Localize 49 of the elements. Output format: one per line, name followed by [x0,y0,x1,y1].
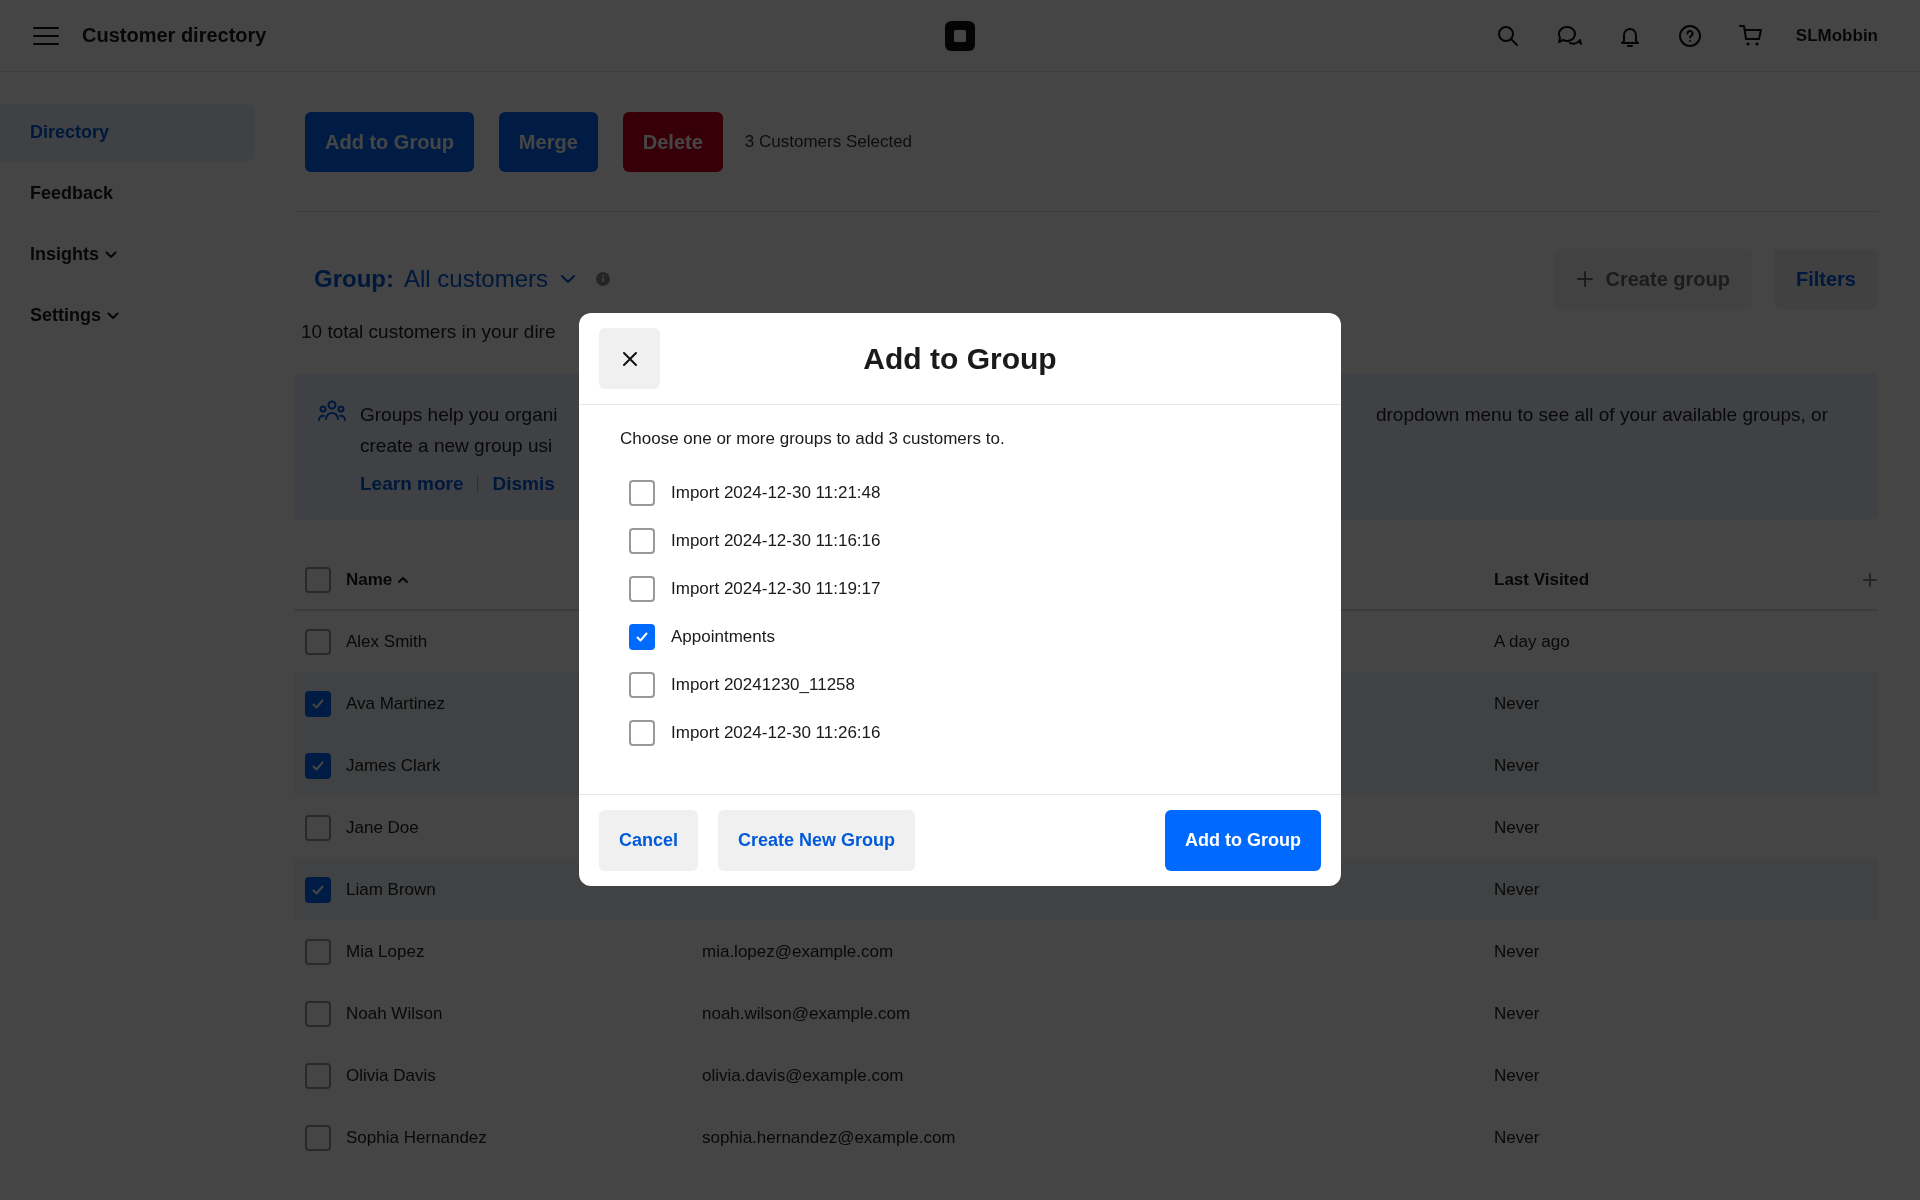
group-checkbox[interactable] [629,672,655,698]
close-button[interactable] [599,328,660,389]
dialog-title: Add to Group [863,341,1057,376]
last-visited: Never [1494,693,1540,713]
checkmark-icon [635,630,649,644]
group-checkbox[interactable] [629,720,655,746]
page-title: Customer directory [82,24,267,47]
customer-name: Ava Martinez [346,693,445,713]
last-visited: Never [1494,941,1540,961]
customer-name: Olivia Davis [346,1065,436,1085]
last-visited: Never [1494,817,1540,837]
last-visited: Never [1494,879,1540,899]
last-visited: Never [1494,1003,1540,1023]
customer-name: Noah Wilson [346,1003,443,1023]
close-icon [621,350,638,367]
customer-email: noah.wilson@example.com [702,1003,911,1023]
group-label: Group: [314,265,394,293]
last-visited: A day ago [1494,631,1570,651]
customer-name: Liam Brown [346,879,436,899]
dialog-description: Choose one or more groups to add 3 customers to. [620,429,1006,449]
confirm-button[interactable]: Add to Group [1165,810,1321,871]
group-option-label[interactable]: Import 20241230_11258 [671,675,855,695]
group-option-label[interactable]: Appointments [671,627,775,647]
customer-name: Mia Lopez [346,941,425,961]
group-option-label[interactable]: Import 2024-12-30 11:26:16 [671,723,881,743]
customer-count: 10 total customers in your dire [301,321,557,343]
customer-email: sophia.hernandez@example.com [702,1127,956,1147]
customer-email: olivia.davis@example.com [702,1065,904,1085]
group-checkbox[interactable] [629,576,655,602]
dialog-button[interactable]: Create New Group [718,810,916,871]
banner-text: dropdown menu to see all of your available groups, or [1375,403,1828,427]
last-visited: Never [1494,755,1540,775]
banner-text: Groups help you organi [360,403,558,427]
customer-email: mia.lopez@example.com [702,941,894,961]
last-visited: Never [1494,1127,1540,1147]
customer-name: James Clark [346,755,441,775]
group-option-label[interactable]: Import 2024-12-30 11:16:16 [671,531,881,551]
dialog-button[interactable]: Cancel [599,810,699,871]
last-visited: Never [1494,1065,1540,1085]
group-checkbox[interactable] [629,480,655,506]
customer-name: Alex Smith [346,631,428,651]
customer-name: Sophia Hernandez [346,1127,487,1147]
group-option-label[interactable]: Import 2024-12-30 11:21:48 [671,483,881,503]
customer-name: Jane Doe [346,817,419,837]
group-option-label[interactable]: Import 2024-12-30 11:19:17 [671,579,881,599]
group-checkbox[interactable] [629,528,655,554]
group-checkbox[interactable] [629,624,655,650]
selection-count: 3 Customers Selected [744,132,913,152]
banner-text: create a new group usi [360,434,554,458]
